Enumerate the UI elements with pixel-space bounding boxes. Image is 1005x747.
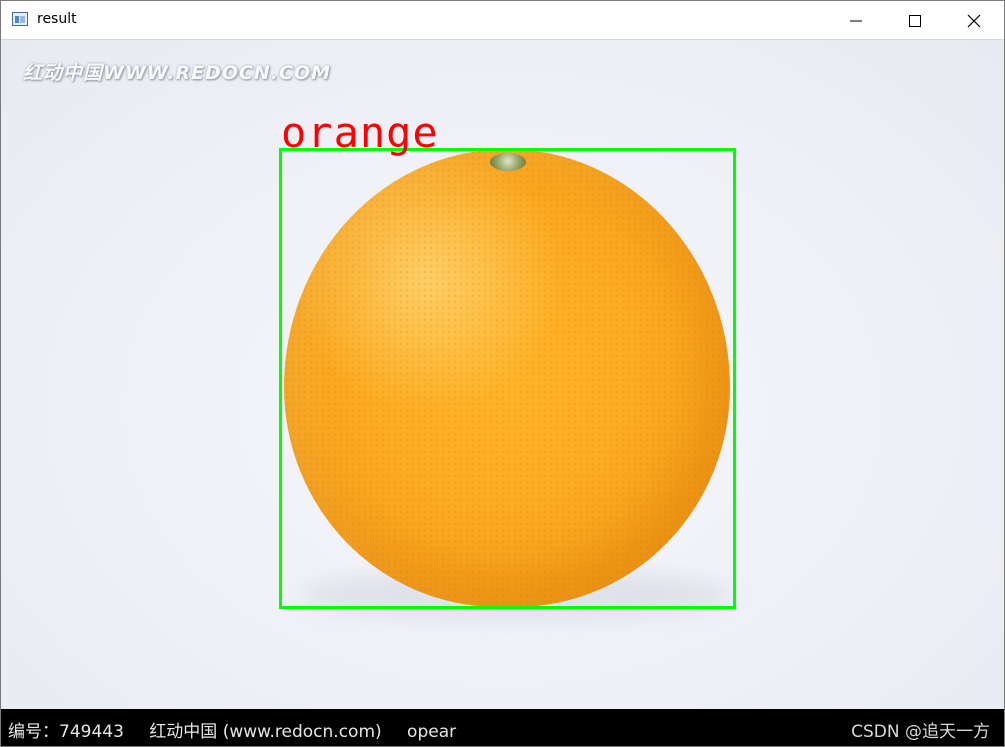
close-icon <box>967 14 981 28</box>
image-footer-bar: 编号：749443 红动中国 (www.redocn.com) opear CS… <box>1 709 1004 746</box>
image-canvas: 红动中国WWW.REDOCN.COM orange <box>1 40 1004 709</box>
detection-bounding-box <box>279 148 736 609</box>
maximize-icon <box>909 15 921 27</box>
window-title: result <box>37 11 77 27</box>
detection-label: orange <box>281 108 439 157</box>
result-window: result 红动中国WWW.REDOCN.COM orange 编号：7494… <box>0 0 1005 747</box>
footer-credit: CSDN @追天一方 <box>851 722 990 742</box>
minimize-icon <box>850 20 862 22</box>
maximize-button[interactable] <box>886 1 944 39</box>
footer-author: opear <box>407 722 457 742</box>
title-bar[interactable]: result <box>1 1 1004 40</box>
footer-site: 红动中国 (www.redocn.com) <box>149 722 382 742</box>
footer-info: 编号：749443 红动中国 (www.redocn.com) opear <box>8 717 476 742</box>
app-icon <box>12 12 28 26</box>
close-button[interactable] <box>945 1 1003 39</box>
footer-id: 编号：749443 <box>8 722 124 742</box>
watermark-text: 红动中国WWW.REDOCN.COM <box>23 62 332 84</box>
minimize-button[interactable] <box>827 1 885 39</box>
